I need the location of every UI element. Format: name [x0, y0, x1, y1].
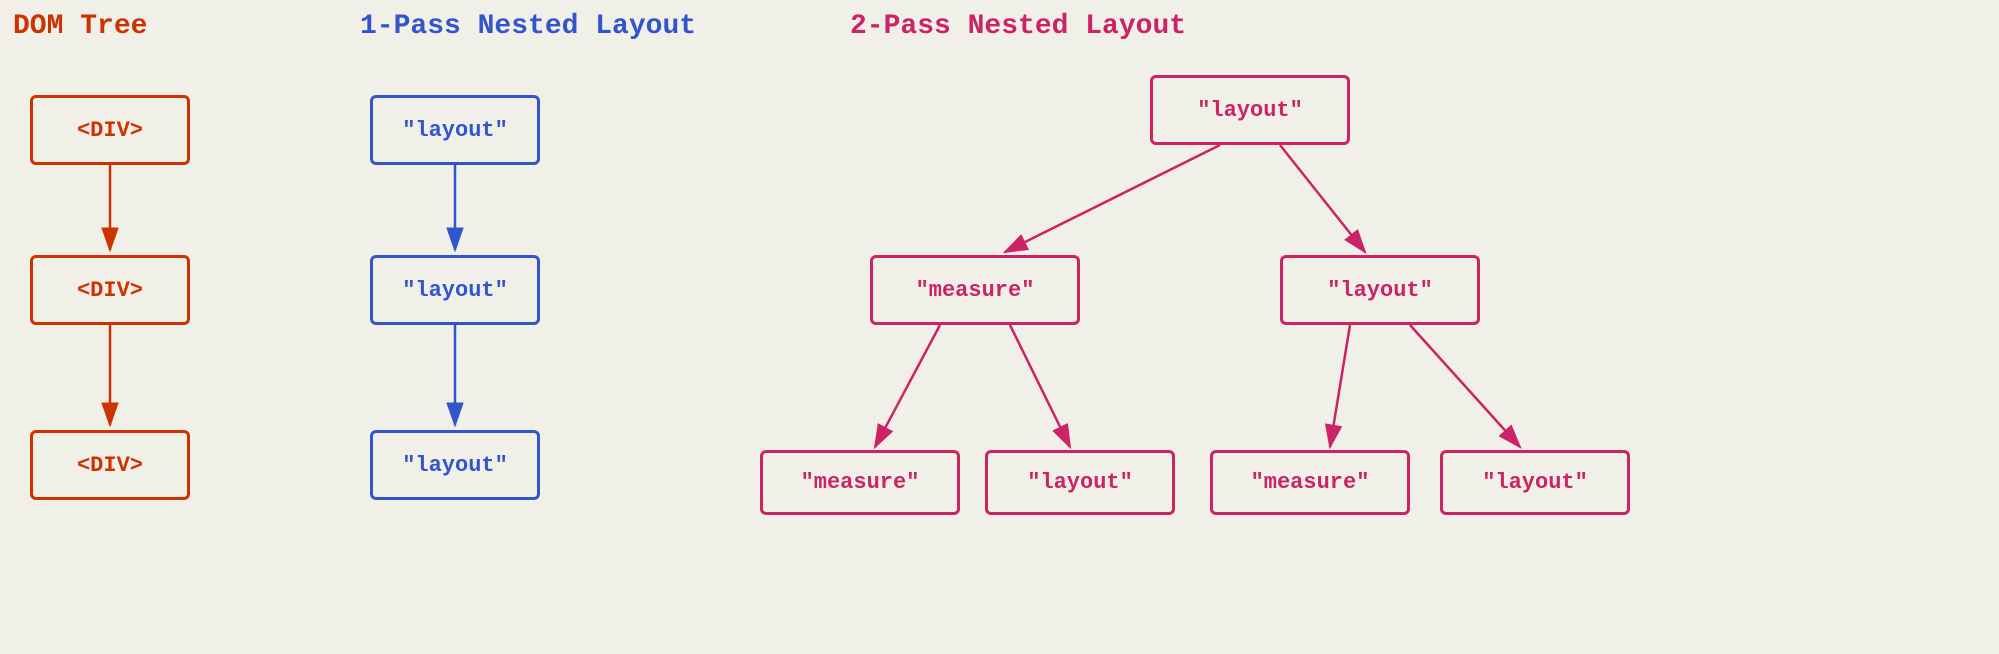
one-pass-layout3: "layout" — [370, 430, 540, 500]
dom-tree-title: DOM Tree — [13, 11, 147, 42]
dom-div3: <DIV> — [30, 430, 190, 500]
one-pass-title: 1-Pass Nested Layout — [360, 11, 696, 42]
two-pass-root-layout: "layout" — [1150, 75, 1350, 145]
one-pass-layout1: "layout" — [370, 95, 540, 165]
diagram-container: DOM Tree 1-Pass Nested Layout 2-Pass Nes… — [0, 0, 1999, 654]
dom-div2: <DIV> — [30, 255, 190, 325]
two-pass-measure-br: "measure" — [1210, 450, 1410, 515]
two-pass-title: 2-Pass Nested Layout — [850, 11, 1186, 42]
two-pass-layout-mid: "layout" — [1280, 255, 1480, 325]
two-pass-measure-bl: "measure" — [760, 450, 960, 515]
two-pass-measure-mid: "measure" — [870, 255, 1080, 325]
two-pass-layout-bl: "layout" — [985, 450, 1175, 515]
dom-div1: <DIV> — [30, 95, 190, 165]
one-pass-layout2: "layout" — [370, 255, 540, 325]
two-pass-layout-br: "layout" — [1440, 450, 1630, 515]
arrows-svg — [0, 0, 1999, 654]
